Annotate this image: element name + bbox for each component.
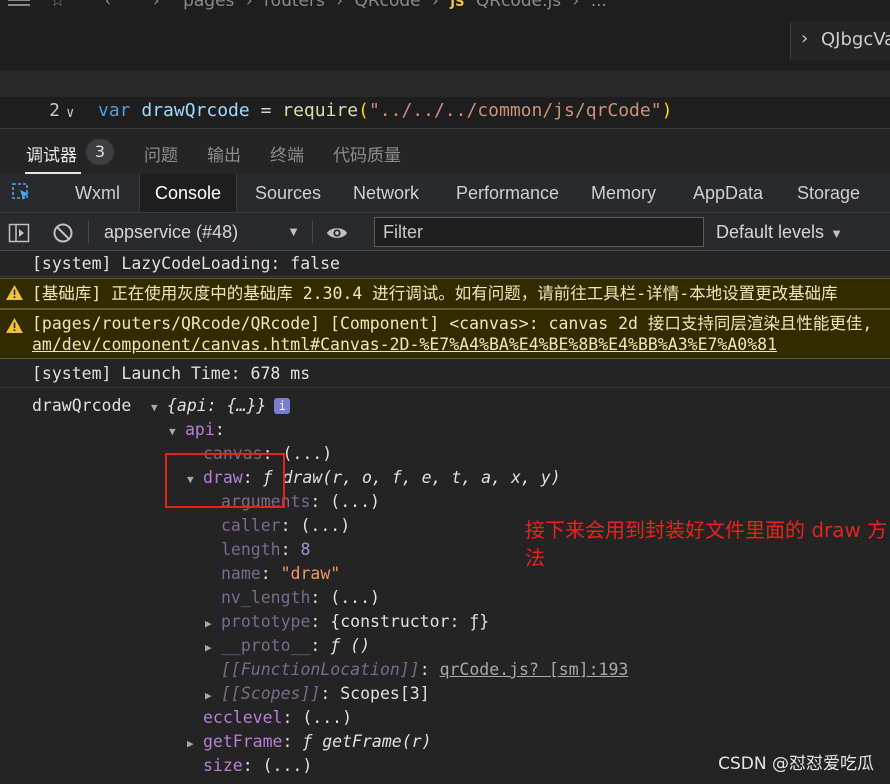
show-sidebar-icon[interactable]: [8, 222, 30, 244]
breadcrumb-item[interactable]: ...: [591, 0, 607, 11]
tab-sources[interactable]: Sources: [240, 174, 336, 212]
caret-down-icon: ▼: [287, 224, 300, 239]
tab-problems[interactable]: 问题: [144, 141, 178, 166]
forward-icon[interactable]: ›: [153, 0, 160, 11]
code-line-3[interactable]: 3 ∨ Page({: [0, 100, 890, 205]
code-line-2[interactable]: 2 console.log('drawQrcode ',drawQrcode )…: [0, 70, 890, 148]
console-message: [system] LazyCodeLoading: false: [0, 251, 890, 277]
log-levels-dropdown[interactable]: Default levels ▼: [716, 219, 843, 247]
tree-node-ecclevel[interactable]: ecclevel: (...): [203, 706, 352, 730]
filter-input[interactable]: [374, 217, 704, 247]
breadcrumb-item[interactable]: QRcode.js: [476, 0, 561, 11]
chevron-right-icon[interactable]: ›: [801, 28, 808, 49]
message-text: [基础库] 正在使用灰度中的基础库 2.30.4 进行调试。如有问题，请前往工具…: [32, 284, 838, 303]
message-text: [system] LazyCodeLoading: false: [32, 254, 340, 273]
bookmark-icon[interactable]: ☆: [50, 0, 65, 11]
context-value: appservice (#48): [104, 222, 239, 242]
tree-node-caller[interactable]: caller: (...): [221, 514, 350, 538]
context-selector[interactable]: appservice (#48) ▼: [94, 219, 308, 245]
tree-node-prototype[interactable]: ▶ prototype: {constructor: ƒ}: [205, 610, 489, 634]
message-text: [system] Launch Time: 678 ms: [32, 364, 311, 383]
tab-network[interactable]: Network: [338, 174, 434, 212]
tab-output[interactable]: 输出: [207, 141, 241, 166]
console-toolbar: appservice (#48) ▼ Default levels ▼: [0, 213, 890, 251]
tab-wxml[interactable]: Wxml: [60, 174, 135, 212]
tab-terminal[interactable]: 终端: [270, 141, 304, 166]
tree-node-size[interactable]: size: (...): [203, 754, 312, 778]
js-file-icon: JS: [450, 0, 465, 10]
log-label: drawQrcode: [32, 396, 132, 415]
tab-debugger[interactable]: 调试器: [26, 141, 77, 166]
fold-chevron-icon[interactable]: ∨: [66, 100, 74, 127]
docs-link[interactable]: am/dev/component/canvas.html#Canvas-2D-%…: [32, 334, 890, 355]
collapsed-triangle-icon[interactable]: ▶: [205, 684, 221, 708]
collapsed-triangle-icon[interactable]: ▶: [205, 612, 221, 636]
console-warning: [pages/routers/QRcode/QRcode] [Component…: [0, 309, 890, 359]
debugger-count-badge: 3: [86, 139, 114, 165]
info-icon[interactable]: i: [274, 398, 291, 414]
tree-root[interactable]: ▼ {api: {…}} i: [151, 394, 291, 420]
message-text: [pages/routers/QRcode/QRcode] [Component…: [32, 314, 873, 333]
breadcrumb-item[interactable]: QRcode: [354, 0, 420, 11]
tree-node-proto[interactable]: ▶ __proto__: ƒ (): [205, 634, 370, 658]
panel-tab-bar: 调试器 3 问题 输出 终端 代码质量: [0, 128, 890, 174]
expanded-triangle-icon[interactable]: ▼: [151, 396, 167, 420]
tab-appdata[interactable]: AppData: [678, 174, 778, 212]
caret-down-icon: ▼: [830, 226, 843, 241]
console-warning: [基础库] 正在使用灰度中的基础库 2.30.4 进行调试。如有问题，请前往工具…: [0, 278, 890, 309]
breadcrumb: ☆ ‹ › pages › routers › QRcode › JS QRco…: [0, 0, 890, 13]
tree-node-name: name: "draw": [221, 564, 341, 583]
tree-node-length: length: 8: [221, 540, 311, 559]
log-levels-label: Default levels: [716, 222, 825, 242]
code-line-1[interactable]: 1 var drawQrcode = require("../../../com…: [0, 43, 890, 121]
warning-icon: [6, 285, 23, 300]
eye-icon[interactable]: [326, 222, 348, 244]
tab-code-quality[interactable]: 代码质量: [333, 141, 401, 166]
collapsed-triangle-icon[interactable]: ▶: [205, 636, 221, 660]
tree-node-scopes[interactable]: ▶ [[Scopes]]: Scopes[3]: [205, 682, 430, 706]
clear-console-icon[interactable]: [52, 222, 74, 244]
peek-label: QJbgcVa: [821, 29, 890, 50]
console-output[interactable]: [system] LazyCodeLoading: false [基础库] 正在…: [0, 251, 890, 784]
warning-icon: [6, 318, 23, 333]
code-editor[interactable]: ☆ ‹ › pages › routers › QRcode › JS QRco…: [0, 0, 890, 205]
breadcrumb-item[interactable]: pages: [183, 0, 234, 11]
tab-memory[interactable]: Memory: [576, 174, 671, 212]
tab-performance[interactable]: Performance: [441, 174, 574, 212]
back-icon[interactable]: ‹: [105, 0, 112, 11]
tree-node-api[interactable]: ▼ api:: [169, 418, 225, 442]
expanded-triangle-icon[interactable]: ▼: [169, 420, 185, 444]
inspect-element-icon[interactable]: [12, 183, 32, 203]
annotation-text: 接下来会用到封装好文件里面的 draw 方法: [525, 518, 888, 570]
peek-panel[interactable]: › QJbgcVa: [790, 22, 890, 60]
tab-storage[interactable]: Storage: [782, 174, 875, 212]
tab-console[interactable]: Console: [139, 174, 238, 212]
breadcrumb-item[interactable]: routers: [264, 0, 325, 11]
tree-node-function-location: [[FunctionLocation]]: qrCode.js? [sm]:19…: [221, 660, 629, 679]
highlight-box: [165, 453, 285, 508]
devtools-tab-bar: Wxml Console Sources Network Performance…: [0, 174, 890, 213]
tree-node-nv-length[interactable]: nv_length: (...): [221, 586, 380, 610]
tree-node-getframe[interactable]: ▶ getFrame: ƒ getFrame(r): [187, 730, 432, 754]
collapsed-triangle-icon[interactable]: ▶: [187, 732, 203, 756]
menu-icon[interactable]: [8, 0, 30, 6]
watermark: CSDN @怼怼爱吃瓜: [718, 754, 874, 774]
source-link[interactable]: qrCode.js? [sm]:193: [440, 660, 629, 679]
console-message: [system] Launch Time: 678 ms: [0, 360, 890, 388]
